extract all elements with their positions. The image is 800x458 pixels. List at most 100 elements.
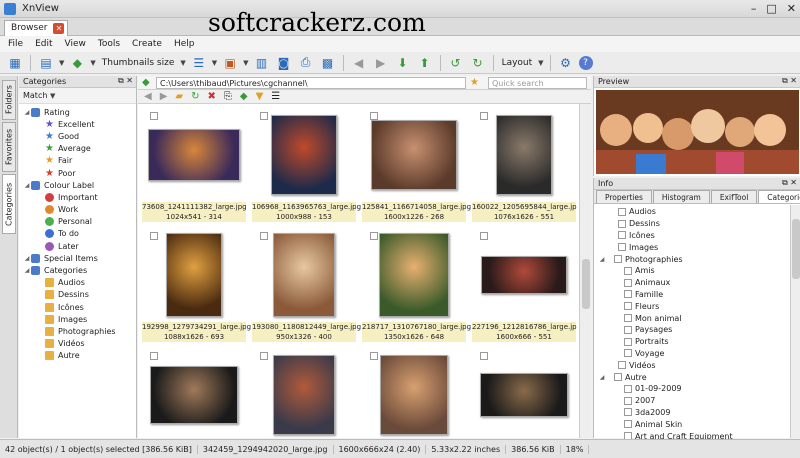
category-tree-item[interactable]: ★ Fair xyxy=(19,155,136,167)
tab-browser[interactable]: Browser ✕ xyxy=(4,20,69,36)
expand-toggle-icon[interactable]: ◢ xyxy=(598,256,606,263)
category-tree-item[interactable]: Images xyxy=(19,313,136,325)
info-category-item[interactable]: ◢ Photographies xyxy=(594,253,800,265)
category-tree-item[interactable]: Vidéos xyxy=(19,338,136,350)
down-arrow-icon[interactable]: ⬇ xyxy=(394,54,412,72)
slideshow-caret-icon[interactable]: ▼ xyxy=(243,59,248,67)
thumbnail-item[interactable] xyxy=(360,346,468,438)
view-mode-caret-icon[interactable]: ▼ xyxy=(59,59,64,67)
tab-favorites[interactable]: Favorites xyxy=(2,122,16,172)
view-list-icon[interactable]: ☰ xyxy=(271,91,280,102)
tab-properties[interactable]: Properties xyxy=(596,190,652,203)
category-tree-item[interactable]: Dessins xyxy=(19,289,136,301)
menu-create[interactable]: Create xyxy=(132,39,162,49)
browser-scrollbar[interactable] xyxy=(579,104,591,438)
thumbnail-item[interactable]: 192998_1279734291_large.jpg 1088x1626 - 6… xyxy=(140,226,251,346)
thumbnail-checkbox[interactable] xyxy=(480,112,488,120)
thumbnail-item[interactable]: 193080_1180812449_large.jpg 950x1326 - 40… xyxy=(250,226,361,346)
info-category-item[interactable]: Icônes xyxy=(594,230,800,242)
thumbnail-checkbox[interactable] xyxy=(370,112,378,120)
info-category-item[interactable]: Paysages xyxy=(594,324,800,336)
thumbnail-item[interactable] xyxy=(470,346,577,438)
up-arrow-icon[interactable]: ⬆ xyxy=(416,54,434,72)
category-checkbox[interactable] xyxy=(624,396,632,405)
category-tree-item[interactable]: ★ Excellent xyxy=(19,118,136,130)
info-category-item[interactable]: Dessins xyxy=(594,218,800,230)
view-mode-icon[interactable]: ▤ xyxy=(37,54,55,72)
nav-forward-icon[interactable]: ▶ xyxy=(160,91,168,102)
thumbnail-checkbox[interactable] xyxy=(370,352,378,360)
category-checkbox[interactable] xyxy=(624,290,632,299)
category-checkbox[interactable] xyxy=(624,337,632,346)
close-icon[interactable]: ✕ xyxy=(787,2,796,15)
thumbnail-item[interactable]: 227196_1212816786_large.jpg 1600x666 - 55… xyxy=(470,226,577,346)
rotate-left-icon[interactable]: ↺ xyxy=(447,54,465,72)
sort-caret-icon[interactable]: ▼ xyxy=(212,59,217,67)
category-checkbox[interactable] xyxy=(614,255,622,264)
help-icon[interactable]: ? xyxy=(578,55,593,70)
info-category-item[interactable]: Animal Skin xyxy=(594,418,800,430)
match-dropdown[interactable]: Match ▼ xyxy=(19,88,136,104)
menu-help[interactable]: Help xyxy=(174,39,195,49)
tag-tool-icon[interactable]: ◆ xyxy=(240,91,248,102)
layout-button[interactable]: Layout xyxy=(500,58,535,68)
thumbnail-checkbox[interactable] xyxy=(150,112,158,120)
category-tree-item[interactable]: Icônes xyxy=(19,301,136,313)
category-checkbox[interactable] xyxy=(618,243,626,252)
category-tree-item[interactable]: Work xyxy=(19,204,136,216)
panel-close-icon[interactable]: ⧉ ✕ xyxy=(118,76,133,86)
menu-tools[interactable]: Tools xyxy=(98,39,120,49)
forward-icon[interactable]: ▶ xyxy=(372,54,390,72)
tag-caret-icon[interactable]: ▼ xyxy=(90,59,95,67)
print-icon[interactable]: ⎙ xyxy=(297,54,315,72)
thumbnail-checkbox[interactable] xyxy=(260,232,268,240)
category-checkbox[interactable] xyxy=(624,278,632,287)
quick-search-input[interactable]: Quick search xyxy=(488,77,587,89)
thumbnail-checkbox[interactable] xyxy=(150,232,158,240)
tab-histogram[interactable]: Histogram xyxy=(652,190,710,203)
info-category-item[interactable]: Audios xyxy=(594,206,800,218)
tab-info-categories[interactable]: Categories xyxy=(758,190,800,203)
info-scrollbar[interactable] xyxy=(790,205,800,438)
thumbnail-item[interactable]: 106968_1163965763_large.jpg 1000x988 - 15… xyxy=(250,106,361,226)
expand-toggle-icon[interactable]: ◢ xyxy=(23,255,31,262)
category-tree-item[interactable]: ★ Average xyxy=(19,143,136,155)
info-category-item[interactable]: 2007 xyxy=(594,395,800,407)
refresh-icon[interactable]: ↻ xyxy=(191,91,199,102)
favorite-star-icon[interactable]: ★ xyxy=(470,77,479,88)
layout-caret-icon[interactable]: ▼ xyxy=(538,59,543,67)
info-scrollbar-thumb[interactable] xyxy=(792,219,800,279)
category-checkbox[interactable] xyxy=(614,373,622,382)
category-checkbox[interactable] xyxy=(624,408,632,417)
category-tree-item[interactable]: Personal xyxy=(19,216,136,228)
category-checkbox[interactable] xyxy=(624,314,632,323)
scrollbar-thumb[interactable] xyxy=(582,259,590,309)
rotate-right-icon[interactable]: ↻ xyxy=(469,54,487,72)
tab-close-icon[interactable]: ✕ xyxy=(53,23,65,34)
thumbnail-item[interactable] xyxy=(250,346,358,438)
info-category-item[interactable]: ◢ Autre xyxy=(594,371,800,383)
tab-exiftool[interactable]: ExifTool xyxy=(710,190,758,203)
category-checkbox[interactable] xyxy=(624,266,632,275)
preview-close-icon[interactable]: ⧉ ✕ xyxy=(782,76,797,86)
category-tree-item[interactable]: Later xyxy=(19,240,136,252)
thumbnail-checkbox[interactable] xyxy=(260,352,268,360)
thumbnails-size-caret-icon[interactable]: ▼ xyxy=(180,59,185,67)
slideshow-icon[interactable]: ▣ xyxy=(221,54,239,72)
thumbnail-checkbox[interactable] xyxy=(480,232,488,240)
thumbnail-item[interactable]: 160022_1205695844_large.jpg 1076x1626 - 5… xyxy=(470,106,577,226)
info-category-item[interactable]: Images xyxy=(594,241,800,253)
category-tree-item[interactable]: Important xyxy=(19,191,136,203)
thumbnail-checkbox[interactable] xyxy=(150,352,158,360)
info-category-item[interactable]: 3da2009 xyxy=(594,407,800,419)
info-category-item[interactable]: Vidéos xyxy=(594,359,800,371)
sort-icon[interactable]: ☰ xyxy=(190,54,208,72)
delete-icon[interactable]: ✖ xyxy=(208,91,216,102)
filter-icon[interactable]: ▼ xyxy=(256,91,264,102)
info-category-item[interactable]: Portraits xyxy=(594,336,800,348)
info-category-item[interactable]: Amis xyxy=(594,265,800,277)
expand-toggle-icon[interactable]: ◢ xyxy=(23,267,31,274)
tab-categories[interactable]: Categories xyxy=(2,174,16,234)
maximize-icon[interactable]: □ xyxy=(766,2,776,15)
category-checkbox[interactable] xyxy=(624,349,632,358)
